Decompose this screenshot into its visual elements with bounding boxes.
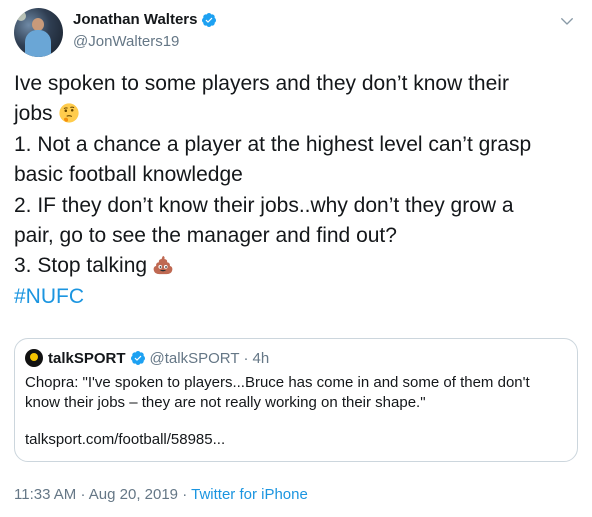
tweet-line: pair, go to see the manager and find out… bbox=[14, 224, 397, 248]
verified-badge-icon bbox=[202, 12, 217, 27]
avatar-stadium-light bbox=[16, 11, 26, 21]
tweet-line: jobs bbox=[14, 102, 53, 126]
tweet-line-with-emoji: jobs bbox=[14, 99, 576, 129]
verified-badge-icon bbox=[130, 351, 145, 365]
quoted-tweet-time[interactable]: 4h bbox=[253, 350, 270, 367]
quoted-tweet-body: Chopra: "I've spoken to players...Bruce … bbox=[25, 373, 565, 413]
tweet-text: Ive spoken to some players and they don’… bbox=[14, 69, 576, 312]
author-name-row[interactable]: Jonathan Walters bbox=[73, 11, 217, 28]
quoted-tweet[interactable]: talkSPORT @talkSPORT · 4h Chopra: "I've … bbox=[14, 338, 578, 462]
tweet-source-link[interactable]: Twitter for iPhone bbox=[191, 486, 308, 503]
quoted-line: know their jobs – they are not really wo… bbox=[25, 394, 426, 411]
author-handle[interactable]: @JonWalters19 bbox=[73, 33, 179, 50]
separator-dot: · bbox=[182, 486, 188, 503]
author-name[interactable]: Jonathan Walters bbox=[73, 11, 197, 28]
hashtag-link[interactable]: #NUFC bbox=[14, 282, 576, 312]
tweet-line: 3. Stop talking bbox=[14, 254, 148, 278]
tweet-line-with-emoji: 3. Stop talking bbox=[14, 251, 576, 281]
tweet-line: basic football knowledge bbox=[14, 163, 243, 187]
separator-dot: · bbox=[80, 486, 86, 503]
chevron-down-icon[interactable] bbox=[558, 12, 576, 30]
separator-dot: · bbox=[243, 349, 249, 367]
tweet-line: 2. IF they don’t know their jobs..why do… bbox=[14, 193, 514, 217]
tweet-date[interactable]: Aug 20, 2019 bbox=[89, 486, 178, 503]
quoted-link[interactable]: talksport.com/football/58985... bbox=[25, 431, 225, 448]
quoted-tweet-header: talkSPORT @talkSPORT · 4h bbox=[25, 349, 269, 367]
avatar-shirt bbox=[25, 30, 51, 57]
pile-of-poo-icon bbox=[153, 256, 173, 275]
author-avatar[interactable] bbox=[14, 8, 63, 57]
quoted-line: Chopra: "I've spoken to players...Bruce … bbox=[25, 374, 530, 391]
tweet-card: Jonathan Walters @JonWalters19 Ive spoke… bbox=[0, 0, 592, 517]
tweet-line: 1. Not a chance a player at the highest … bbox=[14, 132, 532, 156]
talksport-avatar[interactable] bbox=[25, 349, 43, 367]
tweet-line: Ive spoken to some players and they don’… bbox=[14, 72, 509, 95]
quoted-author-handle[interactable]: @talkSPORT bbox=[150, 350, 240, 367]
quoted-author-name[interactable]: talkSPORT bbox=[48, 350, 126, 367]
thinking-face-icon bbox=[58, 103, 79, 124]
tweet-time[interactable]: 11:33 AM bbox=[14, 486, 76, 503]
tweet-meta: 11:33 AM · Aug 20, 2019 · Twitter for iP… bbox=[14, 486, 308, 503]
